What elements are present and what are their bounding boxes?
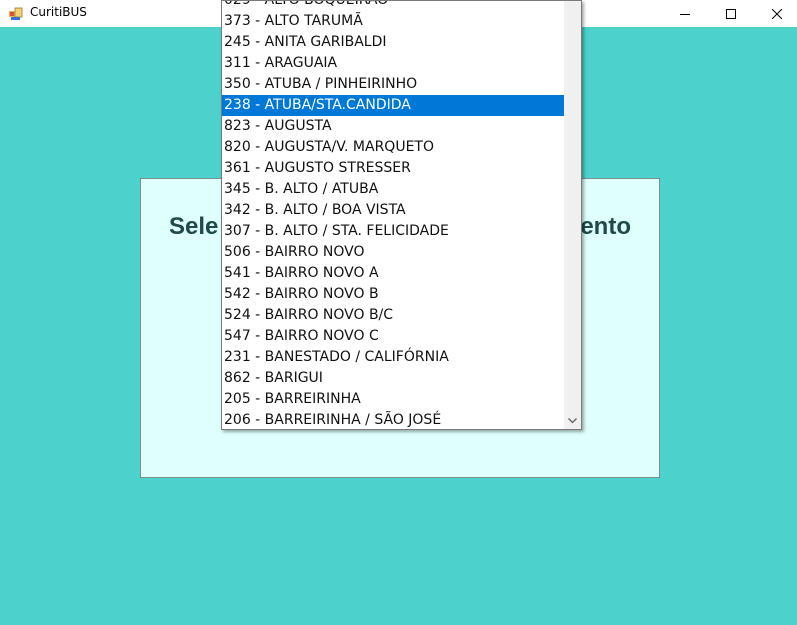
route-option[interactable]: 506 - BAIRRO NOVO [222, 242, 564, 263]
route-option[interactable]: 547 - BAIRRO NOVO C [222, 326, 564, 347]
close-button[interactable] [754, 0, 797, 27]
route-option[interactable]: 245 - ANITA GARIBALDI [222, 32, 564, 53]
minimize-button[interactable] [662, 0, 708, 27]
route-dropdown-list[interactable]: 029 - ALTO BOQUEIRÃO 373 - ALTO TARUMÃ 245… [221, 0, 582, 430]
route-option[interactable]: 823 - AUGUSTA [222, 116, 564, 137]
route-option[interactable]: 350 - ATUBA / PINHEIRINHO [222, 74, 564, 95]
route-option[interactable]: 238 - ATUBA/STA.CANDIDA [222, 95, 564, 116]
app-window: CuritiBUS Sele ento 029 - ALTO BOQUEIRÃO… [0, 0, 797, 625]
route-option[interactable]: 029 - ALTO BOQUEIRÃO [222, 1, 564, 11]
scroll-down-button[interactable] [564, 412, 581, 429]
maximize-button[interactable] [708, 0, 754, 27]
route-list: 029 - ALTO BOQUEIRÃO 373 - ALTO TARUMÃ 245… [222, 1, 564, 429]
route-option[interactable]: 307 - B. ALTO / STA. FELICIDADE [222, 221, 564, 242]
route-option[interactable]: 231 - BANESTADO / CALIFÓRNIA [222, 347, 564, 368]
panel-title-left: Sele [169, 213, 219, 240]
route-option[interactable]: 206 - BARREIRINHA / SÃO JOSÉ [222, 410, 564, 429]
close-icon [772, 8, 782, 19]
route-option[interactable]: 541 - BAIRRO NOVO A [222, 263, 564, 284]
route-option[interactable]: 524 - BAIRRO NOVO B/C [222, 305, 564, 326]
route-option[interactable]: 311 - ARAGUAIA [222, 53, 564, 74]
route-option[interactable]: 345 - B. ALTO / ATUBA [222, 179, 564, 200]
maximize-icon [726, 8, 736, 19]
route-option[interactable]: 862 - BARIGUI [222, 368, 564, 389]
app-icon [9, 6, 23, 20]
minimize-icon [680, 13, 690, 15]
window-title: CuritiBUS [30, 5, 87, 19]
route-option[interactable]: 361 - AUGUSTO STRESSER [222, 158, 564, 179]
panel-title-right: ento [580, 213, 631, 240]
route-option[interactable]: 373 - ALTO TARUMÃ [222, 11, 564, 32]
route-option[interactable]: 542 - BAIRRO NOVO B [222, 284, 564, 305]
route-option[interactable]: 205 - BARREIRINHA [222, 389, 564, 410]
route-option[interactable]: 820 - AUGUSTA/V. MARQUETO [222, 137, 564, 158]
chevron-down-icon [568, 417, 577, 423]
vertical-scrollbar[interactable] [564, 1, 581, 429]
route-option[interactable]: 342 - B. ALTO / BOA VISTA [222, 200, 564, 221]
